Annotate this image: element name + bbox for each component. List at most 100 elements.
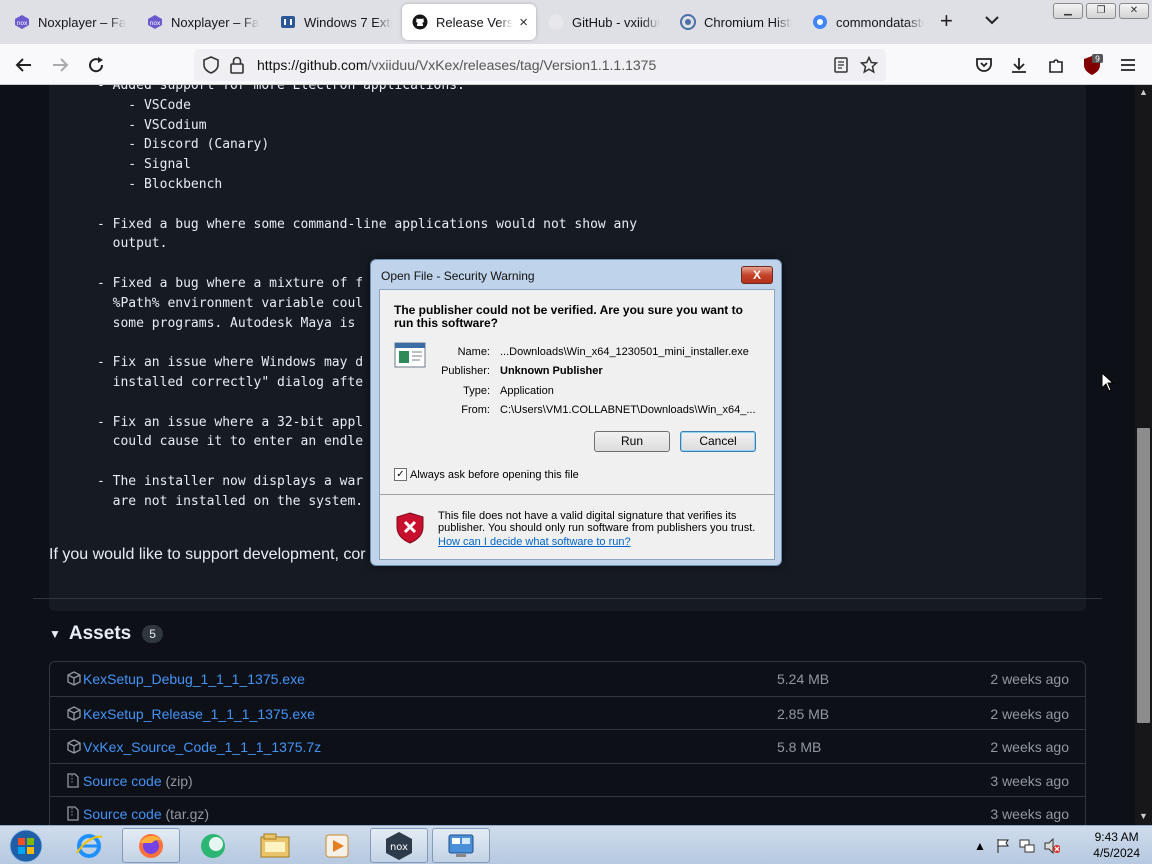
warning-text: This file does not have a valid digital … — [438, 510, 756, 534]
release-note-line: could cause it to enter an endle — [97, 434, 364, 450]
dialog-close-button[interactable]: X — [741, 266, 773, 284]
minimize-button[interactable]: ▁ — [1053, 3, 1083, 19]
cancel-button[interactable]: Cancel — [680, 431, 756, 452]
new-tab-button[interactable]: + — [940, 9, 953, 33]
release-note-line: - Discord (Canary) — [97, 137, 270, 153]
internet-explorer-icon[interactable] — [60, 828, 118, 863]
release-note-line: some programs. Autodesk Maya is — [97, 315, 356, 331]
svg-text:nox: nox — [17, 20, 28, 27]
file-explorer-icon[interactable] — [246, 828, 304, 863]
caret-down-icon[interactable]: ▼ — [49, 627, 61, 641]
back-arrow-icon[interactable] — [11, 52, 37, 78]
svg-text:nox: nox — [150, 20, 161, 27]
asset-row: KexSetup_Debug_1_1_1_1375.exe 5.24 MB 2 we… — [50, 662, 1085, 696]
list-all-tabs-icon[interactable] — [984, 10, 1000, 30]
asset-row: Source code (tar.gz) 3 weeks ago — [50, 796, 1085, 825]
mouse-cursor-icon — [1101, 371, 1115, 397]
reader-view-icon[interactable] — [833, 57, 849, 78]
url-text[interactable]: https://github.com/vxiiduu/VxKex/release… — [257, 57, 656, 73]
browser-tab-bar: nox Noxplayer – Fastest nox Noxplayer – … — [0, 0, 1152, 44]
menu-icon[interactable] — [1115, 52, 1141, 78]
asset-date: 2 weeks ago — [990, 739, 1069, 756]
release-note-line: - Fixed a bug where some command-line ap… — [97, 216, 638, 232]
page-scrollbar[interactable]: ▲ ▼ — [1135, 85, 1152, 825]
asset-link[interactable]: KexSetup_Release_1_1_1_1375.exe — [83, 706, 315, 722]
start-button[interactable] — [0, 828, 52, 863]
ublock-icon[interactable]: 9 — [1079, 52, 1105, 78]
tab-release-version[interactable]: Release Version × — [402, 4, 536, 40]
always-ask-label[interactable]: Always ask before opening this file — [410, 469, 579, 481]
help-link[interactable]: How can I decide what software to run? — [438, 536, 631, 548]
bookmark-star-icon[interactable] — [859, 55, 879, 79]
release-note-line: are not installed on the system. — [97, 493, 364, 509]
downloads-icon[interactable] — [1006, 52, 1032, 78]
dialog-field-value: ...Downloads\Win_x64_1230501_mini_instal… — [500, 346, 749, 358]
scroll-up-icon[interactable]: ▲ — [1139, 87, 1148, 97]
nox-icon: nox — [147, 14, 163, 30]
asset-date: 2 weeks ago — [990, 671, 1069, 687]
lock-icon[interactable] — [230, 56, 244, 79]
dialog-field-label: Name: — [457, 346, 490, 358]
always-ask-checkbox[interactable]: ✓ — [394, 468, 407, 481]
run-button[interactable]: Run — [594, 431, 670, 452]
reload-icon[interactable] — [83, 52, 109, 78]
release-note-line: output. — [97, 236, 168, 252]
dialog-separator — [380, 494, 774, 495]
chromium-icon — [680, 14, 696, 30]
network-icon[interactable] — [1019, 838, 1035, 854]
security-warning-dialog: Open File - Security Warning X The publi… — [370, 259, 782, 566]
asset-link[interactable]: KexSetup_Debug_1_1_1_1375.exe — [83, 671, 305, 687]
firefox-icon[interactable] — [122, 828, 180, 863]
volume-muted-icon[interactable] — [1044, 838, 1060, 854]
tab-noxplayer-2[interactable]: nox Noxplayer – Fastest — [137, 4, 267, 40]
warning-shield-icon — [396, 512, 424, 544]
tab-commondatastorage[interactable]: commondatastorage — [802, 4, 932, 40]
asset-link[interactable]: Source code (zip) — [83, 773, 193, 789]
address-bar[interactable]: https://github.com/vxiiduu/VxKex/release… — [194, 49, 886, 81]
asset-size: 5.24 MB — [777, 671, 830, 687]
chrome-icon — [812, 14, 828, 30]
tab-noxplayer-1[interactable]: nox Noxplayer – Fastest — [4, 4, 134, 40]
asset-link[interactable]: VxKex_Source_Code_1_1_1_1375.7z — [83, 739, 321, 755]
maximize-button[interactable]: ❐ — [1086, 3, 1116, 19]
forward-arrow-icon[interactable] — [47, 52, 73, 78]
clock-date: 4/5/2024 — [1093, 846, 1140, 860]
scroll-down-icon[interactable]: ▼ — [1139, 811, 1148, 821]
assets-count-badge: 5 — [142, 625, 163, 643]
release-note-line: %Path% environment variable coul — [97, 295, 364, 311]
extensions-icon[interactable] — [1043, 52, 1069, 78]
package-icon — [67, 739, 81, 754]
package-icon — [67, 705, 81, 721]
show-hidden-icons-icon[interactable]: ▲ — [972, 838, 988, 854]
assets-header[interactable]: ▼ Assets 5 — [49, 623, 163, 645]
release-note-line: - Fix an issue where Windows may d — [97, 355, 364, 371]
tab-chromium-history[interactable]: Chromium History — [670, 4, 800, 40]
asset-row: Source code (zip) 3 weeks ago — [50, 762, 1085, 797]
release-note-line: - VSCode — [97, 97, 191, 113]
action-center-flag-icon[interactable] — [995, 838, 1011, 854]
control-panel-icon[interactable] — [432, 828, 490, 863]
media-player-icon[interactable] — [308, 828, 366, 863]
app-icon[interactable] — [184, 828, 242, 863]
close-tab-icon[interactable]: × — [519, 14, 528, 31]
release-note-line: - Blockbench — [97, 177, 223, 192]
tab-windows7[interactable]: Windows 7 Extended — [270, 4, 400, 40]
noxplayer-icon[interactable]: nox — [370, 828, 428, 863]
dialog-field-value: Unknown Publisher — [500, 365, 603, 377]
system-clock[interactable]: 9:43 AM 4/5/2024 — [1093, 829, 1140, 861]
pocket-icon[interactable] — [971, 52, 997, 78]
dialog-field-value: Application — [500, 385, 554, 397]
dialog-question: The publisher could not be verified. Are… — [394, 303, 743, 330]
scrollbar-thumb[interactable] — [1137, 428, 1150, 723]
assets-table: KexSetup_Debug_1_1_1_1375.exe 5.24 MB 2 we… — [49, 661, 1086, 825]
asset-link[interactable]: Source code (tar.gz) — [83, 806, 209, 822]
dialog-field-label: From: — [461, 404, 490, 416]
asset-size: 2.85 MB — [777, 705, 830, 722]
github-icon — [412, 14, 428, 30]
tab-github-vxiiduu[interactable]: GitHub - vxiiduu — [538, 4, 668, 40]
release-note-line: - The installer now displays a war — [97, 474, 364, 489]
tracking-shield-icon[interactable] — [202, 56, 220, 79]
close-window-button[interactable]: ✕ — [1119, 3, 1149, 19]
dialog-field-label: Type: — [463, 385, 490, 397]
asset-row: KexSetup_Release_1_1_1_1375.exe 2.85 MB 2 … — [50, 695, 1085, 730]
